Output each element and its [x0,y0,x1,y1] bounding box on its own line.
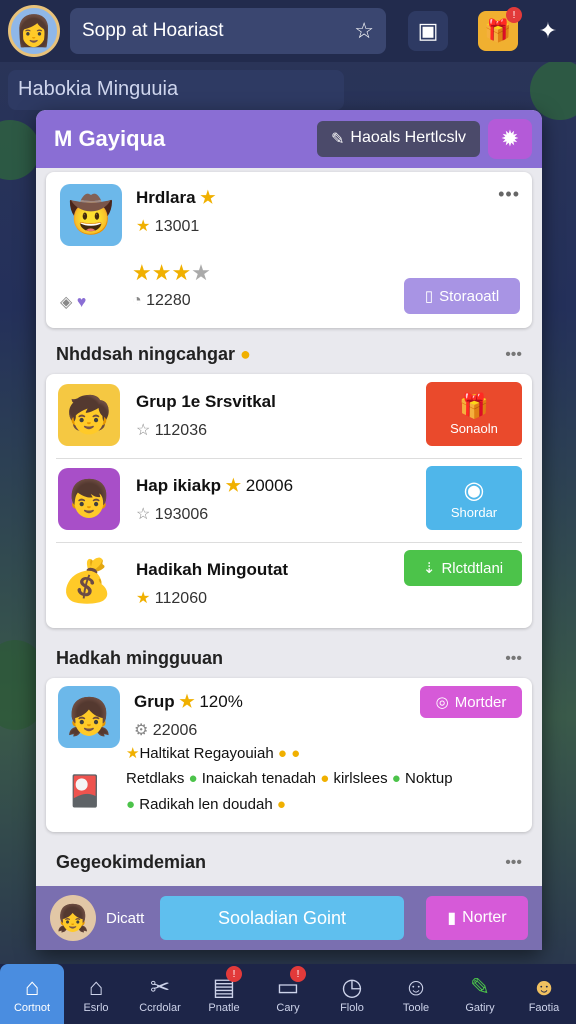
gift-icon: 🎁 [459,393,489,420]
primary-action-button[interactable]: Sooladian Goint [160,896,404,940]
settings-star-button[interactable]: ✹ [488,119,532,159]
secondary-action-button[interactable]: ▮ Norter [426,896,528,940]
bottom-nav: ⌂ Cortnot ⌂ Esrlo ✂ Ccrdolar ▤ Pnatle! ▭ Cary… [0,964,576,1024]
filter-label: Haoals Hertlcslv [350,129,466,146]
profile-coins: ◔ 12280 [132,292,191,309]
more-icon[interactable]: ••• [498,184,520,205]
section-title-3: Gegeokimdemian [56,852,207,872]
coin-pile-icon: 💰 [60,556,114,604]
nav-item-6[interactable]: ◷ Flolo [320,964,384,1024]
profile-avatar: 🤠 [60,184,122,246]
clock-icon: ◷ [341,974,363,1001]
profile-action-button[interactable]: ▯ Storaoatl [404,278,520,314]
group-name-1: Grup 1e Srsvitkal [136,392,276,411]
search-field[interactable]: Sopp at Hoariast ☆ [70,8,386,54]
group-action-button-3[interactable]: ⇣ Rlctdtlani [404,550,522,586]
circle-icon: ◎ [435,694,449,711]
notification-badge: ! [290,966,306,982]
footer-avatar: 👧 [50,895,96,941]
group-score-3: ★ 112060 [136,590,207,607]
face-icon: ☻ [531,974,557,1001]
background-heading: Habokia Minguuia [8,70,344,110]
nav-item-9[interactable]: ☻ Faotia [512,964,576,1024]
top-bar: 👩 Sopp at Hoariast ☆ ▣ 🎁! ✦ [0,0,576,62]
nav-item-3[interactable]: ✂ Ccrdolar [128,964,192,1024]
weekly-card: 👧 Grup ★ 120% ⚙ 22006 ◎ Mortder ★Haltikat… [46,678,532,832]
section-more-2[interactable]: ••• [505,650,522,668]
tools-icon: ✂ [149,974,171,1001]
sparkle-icon[interactable]: ✦ [528,11,568,51]
star-rating: ★★★★ [132,260,211,285]
map-scroll-icon: 🎴 [66,774,104,808]
weekly-line-1: ★Haltikat Regayouiah ● ● [126,745,301,762]
group-action-button-1[interactable]: 🎁 Sonaoln [426,382,522,446]
section-title-2: Hadkah mingguuan [56,648,224,668]
groups-card: 🧒 Grup 1e Srsvitkal ☆ 112036 🎁 Sonaoln 👦 … [46,374,532,628]
weekly-line-2: Retdlaks ● Inaickah tenadah ● kirlslees … [126,770,453,787]
pencil-icon: ✎ [469,974,491,1001]
panel-header: M Gayiqua ✎ Haoals Hertlcslv ✹ [36,110,542,168]
door-icon: ▮ [447,910,457,927]
group-avatar-2: 👦 [58,468,120,530]
panel-title: M Gayiqua [54,126,166,151]
ball-icon: ◉ [463,477,485,504]
group-action-button-2[interactable]: ◉ Shordar [426,466,522,530]
notification-badge: ! [506,7,522,23]
nav-item-home[interactable]: ⌂ Cortnot [0,964,64,1024]
nav-item-5[interactable]: ▭ Cary! [256,964,320,1024]
doc-icon: ▯ [424,288,434,305]
nav-item-4[interactable]: ▤ Pnatle! [192,964,256,1024]
weekly-action-button[interactable]: ◎ Mortder [420,686,522,718]
tag-icons: ◈ ♥ [60,294,87,311]
filter-button[interactable]: ✎ Haoals Hertlcslv [317,121,480,157]
weekly-line-3: ● Radikah len doudah ● [126,796,286,813]
section-more-1[interactable]: ••• [505,346,522,364]
group-score-1: ☆ 112036 [136,422,207,439]
edit-icon: ✎ [331,131,345,148]
group-score-2: ☆ 193006 [136,506,209,523]
map-icon[interactable]: ▣ [408,11,448,51]
leaderboard-panel: M Gayiqua ✎ Haoals Hertlcslv ✹ 🤠 Hrdlara … [36,110,542,950]
home-icon: ⌂ [24,974,40,1001]
gift-icon[interactable]: 🎁! [478,7,522,51]
profile-name: Hrdlara ★ [136,188,216,207]
profile-score: ★ 13001 [136,218,200,235]
panel-footer: 👧 Dicatt Sooladian Goint ▮ Norter [36,886,542,950]
gear-icon: ✹ [500,126,520,151]
chat-icon: ☺ [403,974,429,1001]
group-name-3: Hadikah Mingoutat [136,560,289,579]
nav-item-7[interactable]: ☺ Toole [384,964,448,1024]
weekly-avatar: 👧 [58,686,120,748]
star-icon[interactable]: ☆ [354,18,374,44]
nav-item-2[interactable]: ⌂ Esrlo [64,964,128,1024]
footer-label: Dicatt [106,909,145,927]
group-avatar-1: 🧒 [58,384,120,446]
notification-badge: ! [226,966,242,982]
player-avatar[interactable]: 👩 [8,5,60,57]
weekly-score: ⚙ 22006 [134,722,198,739]
search-text: Sopp at Hoariast [82,20,224,41]
section-more-3[interactable]: ••• [505,854,522,872]
profile-card: 🤠 Hrdlara ★ ★ 13001 ★★★★ ••• ◈ ♥ ◔ 12280… [46,172,532,328]
nav-item-8[interactable]: ✎ Gatiry [448,964,512,1024]
house-icon: ⌂ [88,974,104,1001]
download-icon: ⇣ [422,560,436,577]
divider [56,458,522,459]
divider [56,542,522,543]
group-name-2: Hap ikiakp ★ 20006 [136,476,294,495]
weekly-name: Grup ★ 120% [134,692,243,711]
section-title-1: Nhddsah ningcahgar ● [56,344,251,364]
